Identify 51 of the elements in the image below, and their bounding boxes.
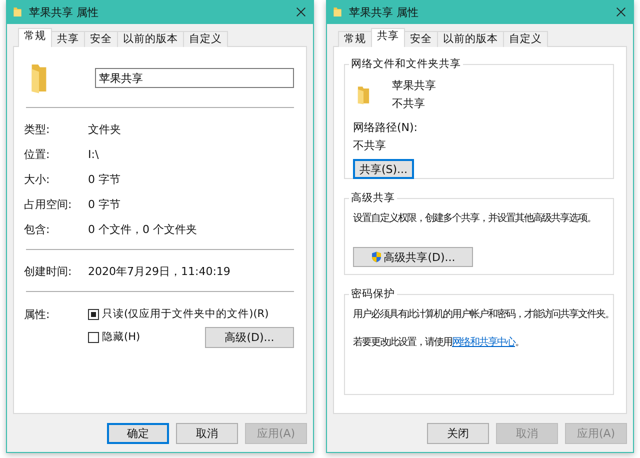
network-sharing-link[interactable]: 网络和共享中心 — [452, 337, 515, 348]
tab[interactable]: 以前的版本 — [117, 31, 184, 47]
shield-icon — [370, 251, 382, 263]
tab[interactable]: 常规 — [18, 28, 52, 47]
group-title: 高级共享 — [350, 191, 396, 205]
attributes-label: 属性: — [24, 307, 51, 323]
folder-icon — [30, 62, 48, 94]
window-title: 苹果共享 属性 — [29, 4, 100, 20]
property-label: 类型: — [24, 122, 51, 137]
property-value: 0 个文件，0 个文件夹 — [88, 222, 197, 237]
path-label: 网络路径(N): — [353, 120, 419, 135]
dialog-button[interactable]: 关闭 — [427, 423, 489, 444]
advanced-sharing-button[interactable]: 高级共享(D)... — [353, 247, 473, 267]
property-label: 包含: — [24, 222, 51, 237]
advanced-button[interactable]: 高级(D)... — [205, 326, 294, 348]
folder-icon — [357, 84, 370, 104]
instruction-text: 若要更改此设置，请使用网络和共享中心。 — [353, 336, 525, 349]
tab[interactable]: 常规 — [338, 31, 372, 47]
property-label: 位置: — [24, 147, 51, 162]
path-value: 不共享 — [353, 138, 387, 153]
tab[interactable]: 安全 — [84, 31, 118, 47]
dialog-button[interactable]: 取消 — [176, 423, 238, 444]
description-text: 设置自定义权限，创建多个共享，并设置其他高级共享选项。 — [353, 212, 597, 225]
close-icon[interactable] — [296, 7, 306, 17]
folder-name: 苹果共享 — [392, 78, 436, 93]
tab[interactable]: 自定义 — [183, 31, 228, 47]
name-field[interactable]: 苹果共享 — [95, 68, 294, 88]
property-value: 2020年7月29日，11:40:19 — [88, 264, 230, 279]
property-value: I:\ — [88, 148, 99, 161]
group-title: 密码保护 — [350, 287, 396, 301]
property-value: 0 字节 — [88, 197, 120, 212]
property-label: 大小: — [24, 172, 51, 187]
property-label: 创建时间: — [24, 264, 73, 279]
share-button[interactable]: 共享(S)... — [353, 159, 414, 179]
tab[interactable]: 以前的版本 — [437, 31, 504, 47]
checkbox[interactable]: 隐藏(H) — [88, 330, 140, 344]
property-label: 占用空间: — [24, 197, 73, 212]
property-value: 文件夹 — [88, 122, 121, 137]
tab[interactable]: 共享 — [371, 28, 405, 47]
folder-icon — [13, 6, 22, 18]
dialog-button[interactable]: 确定 — [107, 423, 169, 444]
tab[interactable]: 共享 — [51, 31, 85, 47]
share-status: 不共享 — [392, 96, 426, 111]
window-title: 苹果共享 属性 — [349, 4, 420, 20]
folder-icon — [333, 6, 342, 18]
tab[interactable]: 安全 — [404, 31, 438, 47]
checkbox[interactable]: 只读(仅应用于文件夹中的文件)(R) — [88, 307, 269, 321]
close-icon[interactable] — [616, 7, 626, 17]
property-value: 0 字节 — [88, 172, 120, 187]
group-title: 网络文件和文件夹共享 — [350, 57, 462, 71]
tab[interactable]: 自定义 — [503, 31, 548, 47]
